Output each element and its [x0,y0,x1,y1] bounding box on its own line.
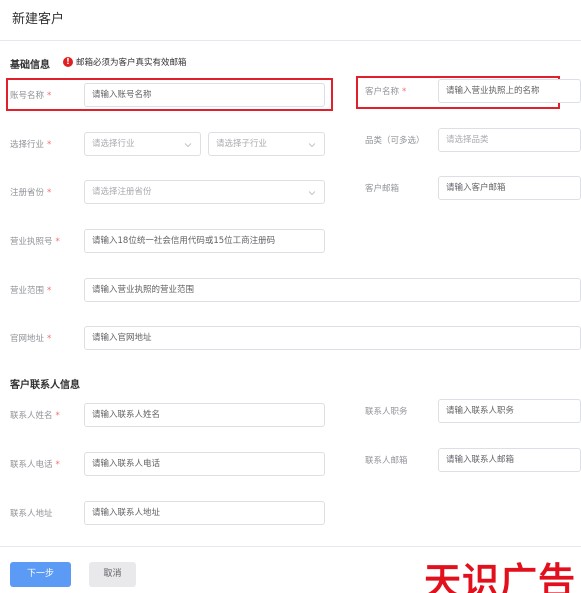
industry-select-text: 请选择行业 [92,139,135,149]
business-scope-input[interactable]: 请输入营业执照的营业范围 [84,278,581,302]
province-label: 注册省份 * [10,188,52,198]
contact-name-input[interactable]: 请输入联系人姓名 [84,403,325,427]
warning-icon: ! [63,57,73,67]
license-input[interactable]: 请输入18位统一社会信用代码或15位工商注册码 [84,229,325,253]
contact-title-label: 联系人职务 [365,407,408,417]
industry-label: 选择行业 * [10,140,52,150]
contact-title-input[interactable]: 请输入联系人职务 [438,399,581,423]
province-select[interactable]: 请选择注册省份 [84,180,325,204]
contact-address-input[interactable]: 请输入联系人地址 [84,501,325,525]
footer-divider [0,546,581,547]
sub-industry-select[interactable]: 请选择子行业 [208,132,325,156]
chevron-down-icon [308,143,316,148]
customer-email-input[interactable]: 请输入客户邮箱 [438,176,581,200]
license-label: 营业执照号 * [10,237,60,247]
basic-info-heading: 基础信息 [10,60,50,71]
chevron-down-icon [184,143,192,148]
business-scope-label: 营业范围 * [10,286,52,296]
page-title: 新建客户 [12,12,65,27]
email-note-text: 邮箱必须为客户真实有效邮箱 [76,58,187,68]
contact-name-label: 联系人姓名 * [10,411,60,421]
account-name-input[interactable]: 请输入账号名称 [84,83,325,107]
website-label: 官网地址 * [10,334,52,344]
customer-email-label: 客户邮箱 [365,184,400,194]
cancel-button[interactable]: 取消 [89,562,136,587]
account-name-label: 账号名称 * [10,91,52,101]
industry-select[interactable]: 请选择行业 [84,132,201,156]
watermark: 天识广告 [424,560,576,593]
customer-name-input[interactable]: 请输入营业执照上的名称 [438,79,581,103]
customer-name-label: 客户名称 * [365,87,407,97]
header-divider [0,40,581,41]
province-select-text: 请选择注册省份 [92,187,152,197]
contact-email-label: 联系人邮箱 [365,456,408,466]
contact-info-heading: 客户联系人信息 [10,380,80,391]
category-label: 品类（可多选） [365,136,425,146]
chevron-down-icon [308,191,316,196]
contact-address-label: 联系人地址 [10,509,53,519]
contact-phone-label: 联系人电话 * [10,460,60,470]
next-button[interactable]: 下一步 [10,562,71,587]
contact-phone-input[interactable]: 请输入联系人电话 [84,452,325,476]
contact-email-input[interactable]: 请输入联系人邮箱 [438,448,581,472]
category-select[interactable]: 请选择品类 [438,128,581,152]
website-input[interactable]: 请输入官网地址 [84,326,581,350]
sub-industry-select-text: 请选择子行业 [216,139,268,149]
email-note: ! 邮箱必须为客户真实有效邮箱 [63,56,187,68]
